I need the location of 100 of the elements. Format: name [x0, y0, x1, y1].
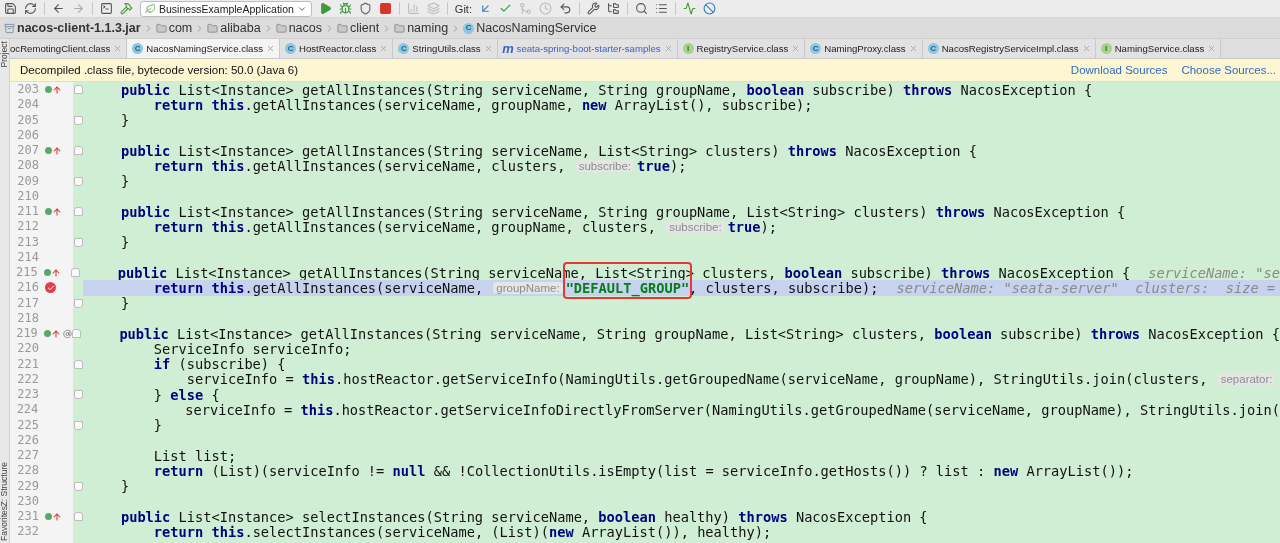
list-icon[interactable] — [654, 2, 668, 15]
close-icon[interactable] — [663, 44, 673, 53]
line-number: 206 — [16, 127, 39, 143]
settings-icon[interactable] — [586, 2, 600, 15]
editor-tab[interactable]: m seata-spring-boot-starter-samples — [497, 39, 678, 58]
breakpoint-icon[interactable] — [45, 282, 56, 294]
close-icon[interactable] — [113, 44, 123, 53]
code-text: subscribe) — [999, 325, 1084, 342]
breadcrumb-item[interactable]: NacosNamingService — [476, 21, 597, 35]
line-number: 223 — [16, 387, 39, 403]
undo-icon[interactable] — [558, 2, 572, 15]
implements-marker-icon[interactable] — [43, 328, 61, 339]
close-icon[interactable] — [1081, 44, 1091, 53]
breadcrumb-item[interactable]: client — [350, 21, 380, 35]
implements-marker-icon[interactable] — [45, 84, 62, 95]
terminal-icon[interactable] — [100, 2, 113, 15]
check-icon[interactable] — [498, 2, 512, 15]
fold-marker-icon[interactable] — [73, 207, 83, 217]
debug-icon[interactable] — [338, 2, 352, 15]
line-number: 224 — [15, 402, 39, 418]
folder-tree-icon[interactable] — [606, 2, 620, 15]
fold-marker-icon[interactable] — [73, 390, 83, 400]
code-keyword: public — [119, 203, 171, 220]
breadcrumb-item[interactable]: com — [168, 21, 193, 35]
line-number: 231 — [16, 509, 39, 525]
hammer-icon[interactable] — [120, 2, 133, 15]
code-text: healthy) — [663, 508, 732, 525]
stop-icon[interactable] — [378, 2, 392, 15]
breadcrumb-item[interactable]: nacos-client-1.1.3.jar — [17, 21, 141, 35]
fold-marker-icon[interactable] — [70, 268, 80, 278]
fold-marker-icon[interactable] — [73, 85, 83, 95]
breadcrumb-item[interactable]: alibaba — [220, 21, 261, 35]
code-keyword: throws — [940, 264, 991, 281]
editor-tab[interactable]: C HostReactor.class — [280, 39, 394, 58]
fold-marker-icon[interactable] — [73, 481, 83, 491]
breadcrumb-item[interactable]: nacos — [288, 21, 322, 35]
close-icon[interactable] — [791, 44, 801, 53]
run-configuration-dropdown[interactable]: BusinessExampleApplication — [140, 0, 312, 17]
run-icon[interactable] — [318, 2, 332, 15]
editor-tab[interactable]: I RegistryService.class — [677, 39, 806, 58]
close-icon[interactable] — [266, 44, 275, 53]
code-keyword: throws — [1090, 325, 1141, 342]
code-keyword: return this — [153, 279, 245, 296]
code-text: List<Instance> getAllInstances(String serviceName, String groupName, List<String> clusters) — [177, 203, 929, 220]
search-icon[interactable] — [634, 2, 648, 15]
editor-tab[interactable]: C NamingProxy.class — [805, 39, 923, 58]
banner-link[interactable]: Download Sources — [1070, 64, 1168, 76]
editor-tab[interactable]: C NacosNamingService.class — [127, 39, 280, 58]
implements-marker-icon[interactable] — [45, 145, 62, 156]
editor-tab[interactable]: I NamingService.class — [1095, 39, 1222, 58]
implements-marker-icon[interactable] — [43, 267, 61, 278]
breadcrumb-item[interactable]: naming — [407, 21, 449, 35]
fold-marker-icon[interactable] — [72, 329, 82, 339]
forward-icon[interactable] — [72, 2, 85, 15]
line-number: 217 — [16, 295, 39, 311]
close-icon[interactable] — [483, 44, 493, 53]
code-keyword: return this — [153, 157, 245, 174]
close-icon[interactable] — [379, 44, 389, 53]
implements-marker-icon[interactable] — [45, 206, 62, 217]
close-icon[interactable] — [908, 44, 918, 53]
fold-marker-icon[interactable] — [73, 237, 83, 247]
coverage-icon[interactable] — [358, 2, 372, 15]
line-number: 218 — [16, 310, 39, 326]
fold-marker-icon[interactable] — [73, 420, 83, 430]
code-text: (subscribe) { — [177, 356, 286, 373]
code-keyword: new — [581, 96, 607, 113]
fold-marker-icon[interactable] — [73, 359, 83, 369]
code-text: ); — [760, 218, 778, 235]
folder-icon — [275, 22, 287, 34]
code-keyword: return this — [153, 218, 245, 235]
banner-link[interactable]: Choose Sources... — [1181, 64, 1276, 76]
fold-marker-icon[interactable] — [73, 512, 83, 522]
editor-tab[interactable]: C NacosRegistryServiceImpl.class — [922, 39, 1096, 58]
fold-marker-icon[interactable] — [73, 298, 83, 308]
chart-icon[interactable] — [406, 2, 420, 15]
clock-icon[interactable] — [538, 2, 552, 15]
code-keyword: return this — [153, 523, 245, 540]
refresh-icon[interactable] — [24, 2, 37, 15]
merge-icon[interactable] — [518, 2, 532, 15]
close-icon[interactable] — [1207, 44, 1217, 53]
editor-tab[interactable]: C StringUtils.class — [393, 39, 498, 58]
line-number: 229 — [16, 478, 39, 494]
line-number: 213 — [16, 234, 39, 250]
layers-icon[interactable] — [426, 2, 440, 15]
fold-marker-icon[interactable] — [73, 115, 83, 125]
git-label: Git: — [454, 2, 472, 15]
at-sign-icon[interactable] — [62, 328, 72, 339]
save-icon[interactable] — [4, 2, 17, 15]
code-text: subscribe) — [849, 264, 934, 281]
activity-icon[interactable] — [682, 2, 696, 15]
editor-tab[interactable]: ocRemotingClient.class — [10, 39, 128, 58]
ban-icon[interactable] — [702, 2, 716, 15]
line-number: 208 — [16, 158, 39, 174]
leaf-icon — [145, 3, 156, 14]
line-number: 215 — [14, 265, 38, 281]
fold-marker-icon[interactable] — [73, 176, 83, 186]
back-icon[interactable] — [52, 2, 65, 15]
fold-marker-icon[interactable] — [73, 146, 83, 156]
implements-marker-icon[interactable] — [45, 511, 62, 522]
code-text: List list; — [152, 447, 237, 464]
